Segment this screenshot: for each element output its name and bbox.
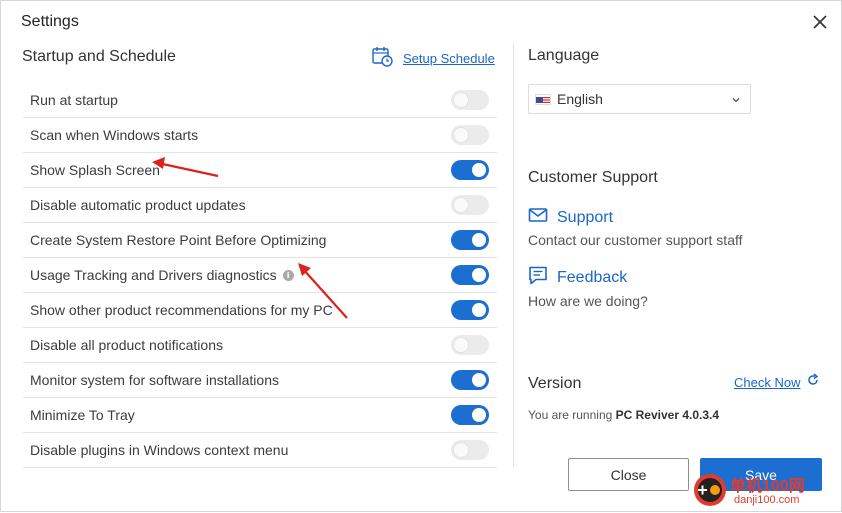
language-section-title: Language [528,47,600,64]
toggle-knob [454,338,468,352]
refresh-icon [806,373,820,392]
feedback-link[interactable]: Feedback [528,265,627,290]
setting-label-text: Monitor system for software installation… [30,372,279,388]
setting-row: Show Splash Screen [23,153,497,188]
setting-label: Disable plugins in Windows context menu [30,442,288,458]
column-divider [513,43,514,467]
support-description: Contact our customer support staff [528,232,743,248]
feedback-icon [528,265,548,290]
setting-label-text: Disable plugins in Windows context menu [30,442,289,458]
close-button[interactable]: Close [568,458,689,491]
startup-settings-list: Run at startup Scan when Windows starts Sh… [23,83,497,468]
version-text: You are running PC Reviver 4.0.3.4 [528,408,719,422]
setting-label: Usage Tracking and Drivers diagnostics i [30,267,294,283]
setting-label-text: Disable all product notifications [30,337,223,353]
support-section-title: Customer Support [528,169,658,186]
setting-toggle[interactable] [451,160,489,180]
setting-row: Disable all product notifications [23,328,497,363]
setting-label-text: Show other product recommendations for m… [30,302,333,318]
info-icon[interactable]: i [282,269,294,281]
setting-label: Create System Restore Point Before Optim… [30,232,326,248]
close-icon[interactable] [809,11,831,33]
setting-toggle[interactable] [451,195,489,215]
setting-row: Show other product recommendations for m… [23,293,497,328]
setting-row: Disable automatic product updates [23,188,497,223]
setting-label: Disable all product notifications [30,337,223,353]
watermark-text: 单机100网 [730,478,805,495]
chevron-down-icon [730,93,742,105]
toggle-knob [472,163,486,177]
setting-row: Run at startup [23,83,497,118]
setting-label: Show Splash Screen [30,162,160,178]
setup-schedule-link[interactable]: Setup Schedule [371,45,495,72]
toggle-knob [472,303,486,317]
setting-label-text: Disable automatic product updates [30,197,246,213]
setting-row: Disable plugins in Windows context menu [23,433,497,468]
setting-toggle[interactable] [451,230,489,250]
setting-row: Create System Restore Point Before Optim… [23,223,497,258]
setting-toggle[interactable] [451,90,489,110]
feedback-label: Feedback [557,268,628,286]
language-select[interactable]: English [528,84,751,114]
setting-label: Minimize To Tray [30,407,135,423]
toggle-knob [472,373,486,387]
setting-toggle[interactable] [451,300,489,320]
check-now-label: Check Now [734,375,801,390]
language-selected-value: English [557,91,603,107]
watermark: 单机100网 danji100.com [690,470,840,510]
check-now-link[interactable]: Check Now [734,373,820,392]
toggle-knob [454,198,468,212]
setting-row: Minimize To Tray [23,398,497,433]
setup-schedule-label: Setup Schedule [403,51,495,66]
setting-label: Run at startup [30,92,118,108]
mail-icon [528,205,548,230]
setting-label: Monitor system for software installation… [30,372,279,388]
setting-toggle[interactable] [451,335,489,355]
toggle-knob [454,443,468,457]
support-link[interactable]: Support [528,205,613,230]
setting-toggle[interactable] [451,265,489,285]
version-section-title: Version [528,375,582,392]
startup-section-title: Startup and Schedule [22,48,176,65]
toggle-knob [454,93,468,107]
toggle-knob [472,268,486,282]
support-label: Support [557,208,614,226]
setting-label-text: Minimize To Tray [30,407,135,423]
toggle-knob [472,233,486,247]
settings-dialog: Settings Startup and Schedule Setup Sche… [0,0,842,512]
watermark-url: danji100.com [734,494,800,506]
setting-toggle[interactable] [451,405,489,425]
setting-label: Disable automatic product updates [30,197,246,213]
setting-label-text: Scan when Windows starts [30,127,199,143]
watermark-logo-icon [694,474,726,506]
toggle-knob [472,408,486,422]
setting-toggle[interactable] [451,440,489,460]
setting-label-text: Show Splash Screen [30,162,160,178]
product-version: PC Reviver 4.0.3.4 [615,408,720,422]
us-flag-icon [535,93,551,105]
setting-label: Scan when Windows starts [30,127,198,143]
setting-label-text: Create System Restore Point Before Optim… [30,232,327,248]
setting-row: Scan when Windows starts [23,118,497,153]
feedback-description: How are we doing? [528,293,648,309]
setting-toggle[interactable] [451,125,489,145]
dialog-title: Settings [21,13,79,30]
setting-toggle[interactable] [451,370,489,390]
setting-row: Usage Tracking and Drivers diagnostics i [23,258,497,293]
setting-label-text: Run at startup [30,92,118,108]
setting-label: Show other product recommendations for m… [30,302,333,318]
version-prefix: You are running [528,408,616,422]
setting-label-text: Usage Tracking and Drivers diagnostics [30,267,277,283]
setting-row: Monitor system for software installation… [23,363,497,398]
calendar-clock-icon [371,45,393,72]
toggle-knob [454,128,468,142]
